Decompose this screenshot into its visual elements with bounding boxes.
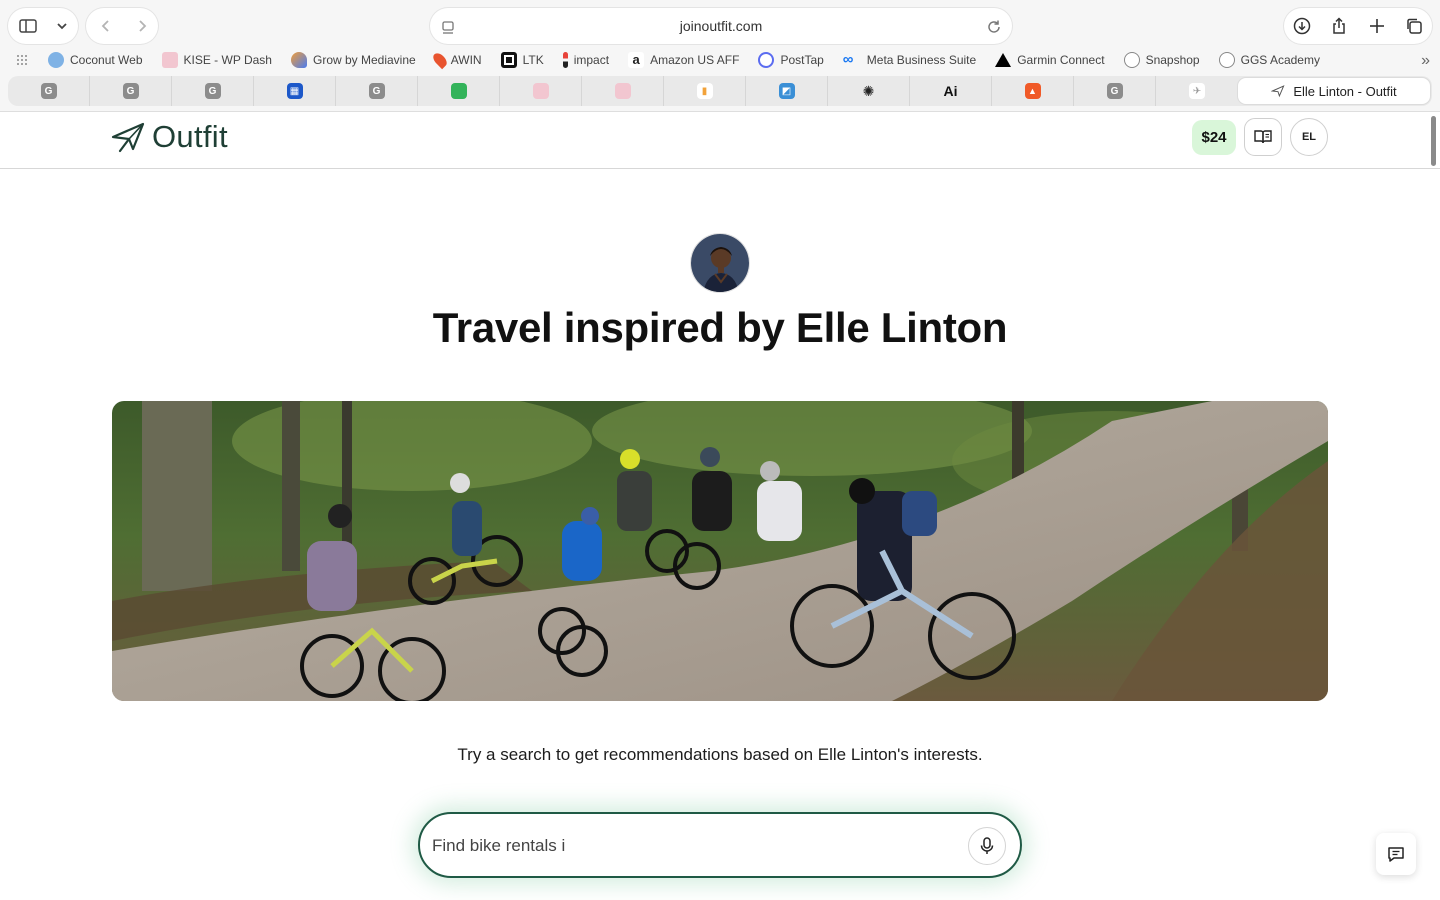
tab[interactable]: Ai (910, 76, 992, 106)
active-tab-title: Elle Linton - Outfit (1293, 83, 1397, 99)
bookmark-item[interactable]: Coconut Web (48, 52, 143, 68)
bookmark-item[interactable]: LTK (500, 52, 544, 68)
tab[interactable]: G (90, 76, 172, 106)
forward-icon[interactable] (132, 16, 152, 36)
download-icon[interactable] (1292, 16, 1312, 36)
search-prompt-text: Try a search to get recommendations base… (457, 745, 983, 764)
bookmark-item[interactable]: Snapshop (1123, 52, 1200, 68)
page-title: Travel inspired by Elle Linton (432, 304, 1008, 351)
tab[interactable]: ▲ (992, 76, 1074, 106)
garmin-icon (995, 53, 1012, 67)
meta-icon: ∞ (842, 51, 854, 68)
globe-icon (1218, 52, 1235, 68)
outfit-bird-logo-icon (111, 122, 145, 153)
outfit-logo[interactable]: Outfit (110, 119, 228, 155)
tab[interactable]: ✺ (828, 76, 910, 106)
amazon-icon: a (628, 52, 645, 68)
tab-overview-icon[interactable] (1404, 16, 1424, 36)
coconut-web-icon (48, 52, 64, 68)
bookmark-item[interactable]: a Amazon US AFF (628, 52, 739, 68)
tab-favicon: G (1106, 83, 1123, 99)
tab-favicon: ▦ (286, 83, 303, 99)
tab-favicon (532, 83, 549, 99)
chat-bubble-icon (1388, 847, 1404, 862)
search-input[interactable] (432, 830, 952, 862)
bookmark-item[interactable]: impact (562, 52, 609, 68)
logo-text: Outfit (152, 119, 228, 154)
bookmark-item[interactable]: Grow by Mediavine (290, 52, 416, 68)
sidebar-icon[interactable] (18, 16, 38, 36)
search-box[interactable] (418, 812, 1022, 878)
tab-favicon: ▲ (1024, 83, 1041, 99)
tab-favicon: G (40, 83, 57, 99)
tab[interactable]: ▬ (418, 76, 500, 106)
tab-favicon: G (122, 83, 139, 99)
tab-favicon: G (368, 83, 385, 99)
url-text[interactable]: joinoutfit.com (680, 18, 762, 34)
book-icon (1254, 130, 1272, 144)
back-icon[interactable] (96, 16, 116, 36)
tab[interactable]: ▮ (664, 76, 746, 106)
site-header: Outfit $24 EL (0, 113, 1440, 169)
posttap-icon (758, 52, 775, 68)
page-scrollbar[interactable] (1431, 116, 1436, 166)
tab[interactable]: G (172, 76, 254, 106)
tab[interactable]: ▦ (254, 76, 336, 106)
reload-icon[interactable] (984, 17, 1004, 37)
globe-icon (1123, 52, 1140, 68)
chevron-down-icon[interactable] (52, 16, 72, 36)
tab-favicon: G (204, 83, 221, 99)
active-tab[interactable]: Elle Linton - Outfit (1238, 78, 1430, 104)
bookmark-item[interactable]: AWIN (430, 50, 482, 70)
tab-favicon: ▮ (696, 83, 713, 99)
voice-search-button[interactable] (968, 827, 1006, 865)
tab-favicon: Ai (943, 83, 958, 99)
tab[interactable]: ✈ (1156, 76, 1238, 106)
bookmarks-bar: Coconut Web KISE - WP Dash Grow by Media… (0, 48, 1440, 72)
user-avatar-button[interactable]: EL (1290, 118, 1328, 156)
tab[interactable]: ◩ (746, 76, 828, 106)
awin-icon (430, 50, 449, 70)
hero-image-cyclists (112, 401, 1328, 701)
tab[interactable]: G (336, 76, 418, 106)
ltk-icon (500, 52, 517, 68)
credits-badge[interactable]: $24 (1192, 120, 1236, 155)
apps-grid-icon[interactable] (16, 53, 30, 67)
tab[interactable] (500, 76, 582, 106)
bookmark-item[interactable]: KISE - WP Dash (161, 52, 272, 68)
tab-favicon: ◩ (778, 83, 795, 99)
kise-icon (161, 52, 178, 68)
tab-favicon (614, 83, 631, 99)
tab-favicon: ✺ (862, 82, 875, 99)
bookmark-item[interactable]: ∞ Meta Business Suite (843, 52, 976, 68)
tab[interactable] (582, 76, 664, 106)
browser-actions (1284, 8, 1432, 44)
history-nav (86, 8, 158, 44)
share-icon[interactable] (1329, 16, 1349, 36)
profile-avatar (690, 233, 750, 293)
page-menu-icon[interactable] (438, 18, 458, 38)
microphone-icon (980, 837, 994, 854)
new-tab-icon[interactable] (1367, 16, 1387, 36)
mediavine-icon (290, 52, 307, 68)
tab-favicon: ▬ (450, 83, 467, 99)
bookmark-item[interactable]: Garmin Connect (995, 53, 1105, 67)
bookmark-item[interactable]: PostTap (758, 52, 824, 68)
outfit-bird-icon (1271, 84, 1285, 98)
tab[interactable]: G (1074, 76, 1156, 106)
tab-favicon: ✈ (1189, 83, 1205, 99)
address-bar[interactable]: joinoutfit.com (430, 8, 1012, 44)
tab-strip: G G G ▦ G ▬ ▮ ◩ ✺ Ai ▲ G ✈ Elle Linton -… (8, 76, 1432, 106)
browser-chrome: joinoutfit.com Coconut Web KISE - WP Das… (0, 0, 1440, 112)
chevron-double-right-icon[interactable]: » (1421, 52, 1430, 70)
bookmark-item[interactable]: GGS Academy (1218, 52, 1320, 68)
guide-button[interactable] (1244, 118, 1282, 156)
sidebar-toggle-group[interactable] (8, 8, 78, 44)
impact-icon (562, 52, 568, 68)
chat-button[interactable] (1376, 833, 1416, 875)
tab[interactable]: G (8, 76, 90, 106)
browser-toolbar: joinoutfit.com (0, 0, 1440, 50)
